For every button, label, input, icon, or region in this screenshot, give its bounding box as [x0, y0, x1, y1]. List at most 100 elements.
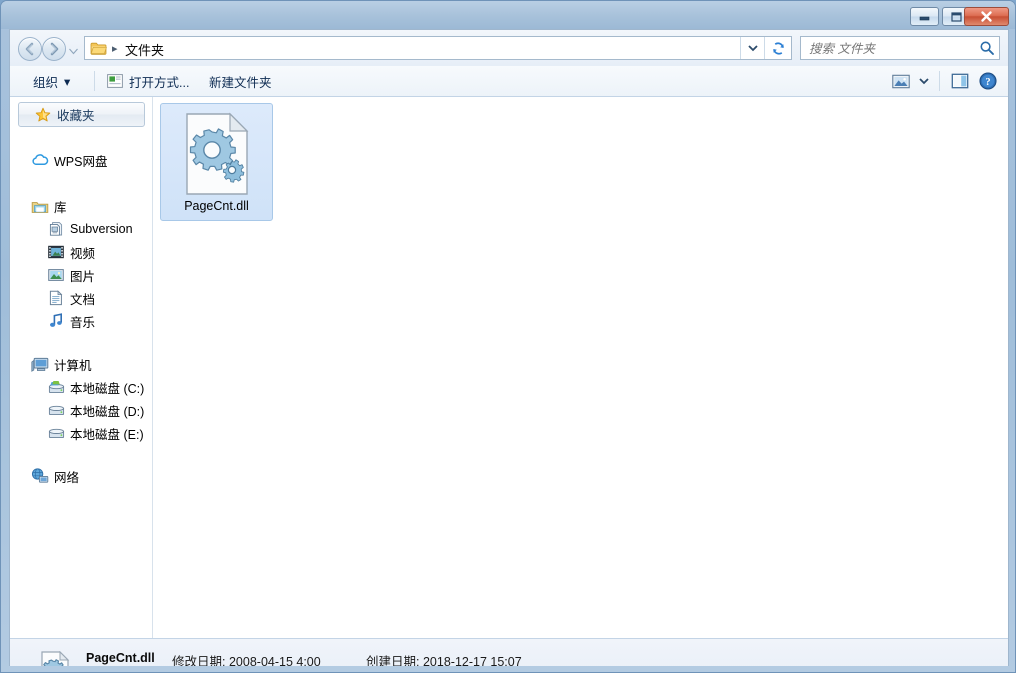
details-created-value: 2018-12-17 15:07: [422, 655, 522, 666]
chevron-down-icon: [919, 78, 929, 85]
breadcrumb-current-folder[interactable]: 文件夹: [125, 40, 164, 59]
sidebar-item-pictures[interactable]: 图片: [46, 264, 95, 286]
help-button[interactable]: ?: [974, 66, 1002, 96]
forward-arrow-icon: [50, 42, 59, 56]
svg-text:?: ?: [985, 77, 990, 88]
sidebar-label-subversion: Subversion: [70, 222, 133, 236]
navigation-pane: 收藏夹 WPS网盘 库 Subversion 视频 图片 文档 音乐 计算机 本…: [10, 97, 153, 638]
cloud-icon: [30, 152, 50, 168]
sidebar-label-pictures: 图片: [70, 269, 96, 284]
sidebar-label-videos: 视频: [70, 246, 96, 261]
organize-button[interactable]: 组织 ▾: [26, 66, 77, 96]
open-with-icon: [107, 74, 123, 88]
toolbar-separator: [939, 71, 940, 91]
open-with-button[interactable]: 打开方式...: [100, 66, 196, 96]
address-bar-row: ▸ 文件夹: [10, 30, 1008, 67]
search-icon[interactable]: [979, 40, 995, 61]
details-modified-value: 2008-04-15 4:00: [228, 655, 321, 666]
sidebar-item-wps-cloud[interactable]: WPS网盘: [30, 149, 107, 171]
history-dropdown-button[interactable]: [68, 43, 79, 55]
folder-icon: [90, 41, 107, 61]
back-button[interactable]: [18, 37, 42, 61]
breadcrumb-separator: ▸: [112, 43, 118, 55]
details-created-date: 创建日期: 2018-12-17 15:07: [366, 651, 522, 666]
sidebar-item-libraries[interactable]: 库: [30, 195, 67, 217]
organize-label: 组织: [33, 75, 59, 90]
details-modified-label: 修改日期:: [172, 655, 226, 666]
details-created-label: 创建日期:: [366, 655, 420, 666]
chevron-down-icon: [69, 48, 78, 55]
minimize-button[interactable]: [910, 7, 939, 26]
sidebar-item-computer[interactable]: 计算机: [30, 353, 92, 375]
drive-icon: [46, 425, 66, 441]
back-arrow-icon: [25, 42, 34, 56]
sidebar-item-subversion[interactable]: Subversion: [46, 218, 133, 240]
sidebar-item-documents[interactable]: 文档: [46, 287, 95, 309]
file-list-pane[interactable]: PageCnt.dll: [154, 97, 1008, 638]
subversion-icon: [46, 221, 66, 237]
window-client-area: ▸ 文件夹 搜索 文件夹 组织 ▾ 打开方式... 新建文件夹 ? 收藏夹 WP…: [9, 29, 1009, 666]
sidebar-label-network: 网络: [54, 470, 80, 485]
drive-icon: [46, 402, 66, 418]
chevron-down-icon: [747, 45, 758, 52]
file-item-pagecnt-dll[interactable]: PageCnt.dll: [160, 103, 273, 221]
sidebar-label-computer: 计算机: [54, 358, 92, 373]
details-file-name: PageCnt.dll: [86, 651, 155, 665]
sidebar-label-music: 音乐: [70, 315, 96, 330]
new-folder-label: 新建文件夹: [209, 75, 272, 90]
minimize-icon: [911, 8, 938, 25]
library-folder-icon: [30, 198, 50, 214]
refresh-icon: [772, 41, 784, 55]
search-box[interactable]: [800, 36, 1000, 61]
dll-gear-icon: [161, 112, 272, 196]
details-modified-date: 修改日期: 2008-04-15 4:00: [172, 651, 321, 666]
sidebar-item-videos[interactable]: 视频: [46, 241, 95, 263]
explorer-body: 收藏夹 WPS网盘 库 Subversion 视频 图片 文档 音乐 计算机 本…: [10, 97, 1008, 638]
chevron-down-icon: ▾: [64, 74, 71, 89]
forward-button[interactable]: [42, 37, 66, 61]
sidebar-item-drive-d[interactable]: 本地磁盘 (D:): [46, 399, 144, 421]
sidebar-label-libraries: 库: [54, 200, 67, 215]
close-icon: [965, 8, 1008, 25]
sidebar-item-music[interactable]: 音乐: [46, 310, 95, 332]
preview-pane-button[interactable]: [946, 66, 974, 96]
close-button[interactable]: [964, 7, 1009, 26]
sidebar-item-drive-c[interactable]: 本地磁盘 (C:): [46, 376, 144, 398]
sidebar-label-wps-cloud: WPS网盘: [54, 154, 108, 169]
music-icon: [46, 313, 66, 329]
toolbar-separator: [94, 71, 95, 91]
search-input[interactable]: [807, 37, 971, 61]
picture-icon: [46, 267, 66, 283]
view-layout-icon: [892, 74, 910, 88]
sidebar-label-documents: 文档: [70, 292, 96, 307]
star-icon: [33, 107, 53, 123]
toolbar-right-group: ?: [887, 66, 1002, 96]
sidebar-item-network[interactable]: 网络: [30, 465, 79, 487]
explorer-window: ▸ 文件夹 搜索 文件夹 组织 ▾ 打开方式... 新建文件夹 ? 收藏夹 WP…: [0, 0, 1016, 673]
open-with-label: 打开方式...: [129, 75, 190, 90]
video-icon: [46, 244, 66, 260]
command-bar: 组织 ▾ 打开方式... 新建文件夹 ?: [10, 66, 1008, 97]
view-dropdown-button[interactable]: [915, 66, 933, 96]
help-icon: ?: [979, 72, 997, 90]
address-dropdown-button[interactable]: [740, 37, 764, 59]
refresh-button[interactable]: [764, 37, 791, 59]
sidebar-label-drive-e: 本地磁盘 (E:): [70, 427, 144, 442]
sidebar-label-drive-c: 本地磁盘 (C:): [70, 381, 145, 396]
view-layout-button[interactable]: [887, 66, 915, 96]
details-pane: PageCnt.dll 修改日期: 2008-04-15 4:00 创建日期: …: [10, 638, 1008, 666]
title-bar: [1, 1, 1015, 29]
dll-gear-icon: [40, 650, 70, 666]
file-name-label: PageCnt.dll: [184, 199, 249, 213]
document-icon: [46, 290, 66, 306]
preview-pane-icon: [951, 73, 969, 89]
sidebar-label-drive-d: 本地磁盘 (D:): [70, 404, 145, 419]
sidebar-item-drive-e[interactable]: 本地磁盘 (E:): [46, 422, 144, 444]
new-folder-button[interactable]: 新建文件夹: [202, 66, 279, 96]
address-bar[interactable]: ▸ 文件夹: [84, 36, 792, 60]
system-drive-icon: [46, 379, 66, 395]
computer-icon: [30, 356, 50, 372]
sidebar-label-favorites: 收藏夹: [57, 109, 95, 123]
sidebar-item-favorites[interactable]: 收藏夹: [18, 102, 145, 127]
network-icon: [30, 468, 50, 484]
